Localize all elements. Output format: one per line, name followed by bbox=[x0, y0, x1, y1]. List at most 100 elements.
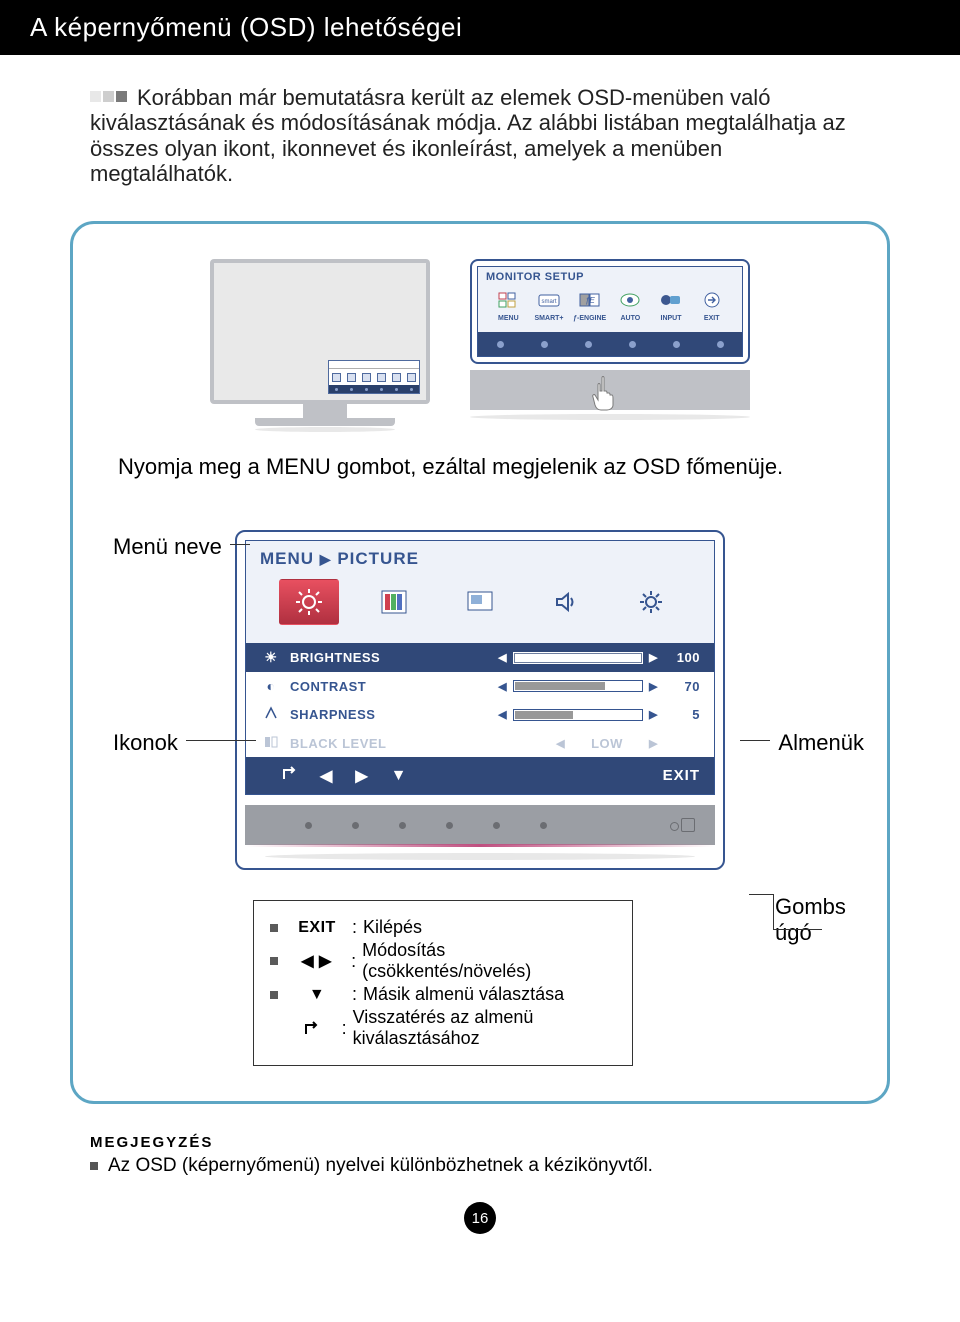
tab-others[interactable] bbox=[621, 579, 681, 625]
breadcrumb-menu: MENU bbox=[260, 549, 314, 568]
left-right-arrows-icon: ◀ ▶ bbox=[288, 951, 345, 971]
down-arrow-icon: ▼ bbox=[288, 986, 346, 1004]
upper-diagram: MONITOR SETUP smart ƒE bbox=[108, 259, 852, 426]
input-icon bbox=[657, 289, 685, 311]
osd-label: ƒ-ENGINE bbox=[569, 315, 610, 322]
brightness-icon: ☀ bbox=[260, 649, 282, 666]
intro-paragraph: Korábban már bemutatásra került az eleme… bbox=[0, 55, 960, 206]
chevron-right-icon: ▶ bbox=[649, 651, 658, 664]
svg-text:smart: smart bbox=[541, 299, 556, 305]
down-arrow-icon[interactable]: ▼ bbox=[391, 767, 408, 785]
note-heading: MEGJEGYZÉS bbox=[90, 1134, 870, 1151]
fengine-icon: ƒE bbox=[576, 289, 604, 311]
return-icon[interactable] bbox=[280, 765, 298, 786]
chevron-left-icon: ◀ bbox=[498, 651, 507, 664]
tab-picture[interactable] bbox=[279, 579, 339, 625]
physical-buttons-strip bbox=[245, 805, 715, 845]
setting-value: 70 bbox=[660, 679, 700, 694]
svg-text:ƒE: ƒE bbox=[585, 296, 595, 305]
bullet-decor bbox=[90, 89, 127, 107]
label-icons: Ikonok bbox=[113, 730, 178, 756]
setting-label: BRIGHTNESS bbox=[290, 650, 496, 665]
lower-diagram: Menü neve Ikonok Almenük MENU ▶ PICTURE bbox=[108, 530, 852, 1066]
big-osd-panel: MENU ▶ PICTURE bbox=[235, 530, 725, 870]
label-submenus: Almenük bbox=[778, 730, 864, 756]
exit-icon bbox=[698, 289, 726, 311]
page-number: 16 bbox=[464, 1202, 496, 1234]
legend-box: EXIT : Kilépés ◀ ▶ : Módosítás (csökkent… bbox=[253, 900, 633, 1066]
breadcrumb-section: PICTURE bbox=[337, 549, 419, 568]
label-menu-name: Menü neve bbox=[113, 534, 222, 560]
physical-button[interactable] bbox=[399, 822, 406, 829]
monitor-illustration bbox=[210, 259, 440, 426]
setting-sharpness[interactable]: SHARPNESS ◀ ▶ 5 bbox=[246, 700, 714, 729]
osd-label: INPUT bbox=[651, 315, 692, 322]
chevron-left-icon: ◀ bbox=[498, 680, 507, 693]
note-text: Az OSD (képernyőmenü) nyelvei különbözhe… bbox=[108, 1155, 653, 1177]
mini-osd-icon bbox=[328, 360, 420, 394]
physical-button[interactable] bbox=[540, 822, 547, 829]
osd-label: SMART+ bbox=[529, 315, 570, 322]
chevron-right-icon: ▶ bbox=[649, 737, 658, 750]
menu-icon bbox=[494, 289, 522, 311]
slider[interactable] bbox=[513, 652, 643, 664]
slider[interactable] bbox=[513, 709, 643, 721]
exit-button[interactable]: EXIT bbox=[663, 767, 700, 784]
black-level-icon bbox=[260, 735, 282, 751]
slider[interactable] bbox=[513, 680, 643, 692]
contrast-icon: ◐ bbox=[260, 678, 282, 694]
osd-tabs bbox=[260, 569, 700, 635]
osd-label: EXIT bbox=[691, 315, 732, 322]
osd-icon-row: smart ƒE bbox=[486, 283, 734, 315]
display-icon bbox=[465, 589, 495, 615]
physical-button[interactable] bbox=[446, 822, 453, 829]
tab-color[interactable] bbox=[364, 579, 424, 625]
speaker-icon bbox=[552, 589, 580, 615]
tab-audio[interactable] bbox=[536, 579, 596, 625]
legend-text: Kilépés bbox=[363, 917, 422, 938]
physical-button[interactable] bbox=[352, 822, 359, 829]
page-title: A képernyőmenü (OSD) lehetőségei bbox=[30, 12, 462, 42]
legend-container: Gombs úgó EXIT : Kilépés ◀ ▶ : Módosítás… bbox=[113, 900, 847, 1066]
setting-value: 5 bbox=[660, 707, 700, 722]
setting-brightness[interactable]: ☀ BRIGHTNESS ◀ ▶ 100 bbox=[246, 643, 714, 672]
return-icon bbox=[287, 1020, 336, 1036]
power-button-icon[interactable] bbox=[681, 818, 695, 832]
setting-black-level: BLACK LEVEL ◀ LOW ▶ bbox=[246, 729, 714, 757]
color-bars-icon bbox=[380, 589, 408, 615]
osd-zoom-panel: MONITOR SETUP smart ƒE bbox=[470, 259, 750, 420]
osd-settings-list: ☀ BRIGHTNESS ◀ ▶ 100 ◐ CONTRAST ◀ ▶ 70 bbox=[246, 643, 714, 757]
pointing-hand-icon bbox=[588, 375, 620, 418]
legend-text: Visszatérés az almenü kiválasztásához bbox=[353, 1007, 616, 1049]
osd-label: AUTO bbox=[610, 315, 651, 322]
setting-value: 100 bbox=[660, 650, 700, 665]
intro-text: Korábban már bemutatásra került az eleme… bbox=[90, 85, 846, 186]
sharpness-icon bbox=[260, 706, 282, 723]
note-section: MEGJEGYZÉS Az OSD (képernyőmenü) nyelvei… bbox=[90, 1134, 870, 1177]
physical-button[interactable] bbox=[493, 822, 500, 829]
page-header: A képernyőmenü (OSD) lehetőségei bbox=[0, 0, 960, 55]
osd-label: MENU bbox=[488, 315, 529, 322]
setting-contrast[interactable]: ◐ CONTRAST ◀ ▶ 70 bbox=[246, 672, 714, 700]
right-arrow-icon[interactable]: ▶ bbox=[355, 766, 368, 786]
bullet-icon bbox=[90, 1162, 98, 1170]
diagram-container: MONITOR SETUP smart ƒE bbox=[70, 221, 890, 1104]
chevron-right-icon: ▶ bbox=[649, 680, 658, 693]
osd-title: MONITOR SETUP bbox=[486, 271, 734, 283]
legend-text: Módosítás (csökkentés/növelés) bbox=[362, 940, 616, 982]
brightness-icon bbox=[294, 587, 324, 617]
instruction-text: Nyomja meg a MENU gombot, ezáltal megjel… bbox=[118, 454, 842, 480]
smart-icon: smart bbox=[535, 289, 563, 311]
left-arrow-icon[interactable]: ◀ bbox=[320, 766, 333, 786]
osd-footer: ◀ ▶ ▼ EXIT bbox=[246, 757, 714, 794]
legend-key-exit: EXIT bbox=[288, 919, 346, 937]
tab-display[interactable] bbox=[450, 579, 510, 625]
chevron-left-icon: ◀ bbox=[556, 737, 565, 750]
label-button-hint: Gombs úgó bbox=[775, 894, 855, 946]
physical-button[interactable] bbox=[305, 822, 312, 829]
osd-breadcrumb: MENU ▶ PICTURE bbox=[260, 549, 700, 569]
setting-label: BLACK LEVEL bbox=[290, 736, 554, 751]
setting-label: CONTRAST bbox=[290, 679, 496, 694]
auto-icon bbox=[616, 289, 644, 311]
gear-icon bbox=[637, 588, 665, 616]
